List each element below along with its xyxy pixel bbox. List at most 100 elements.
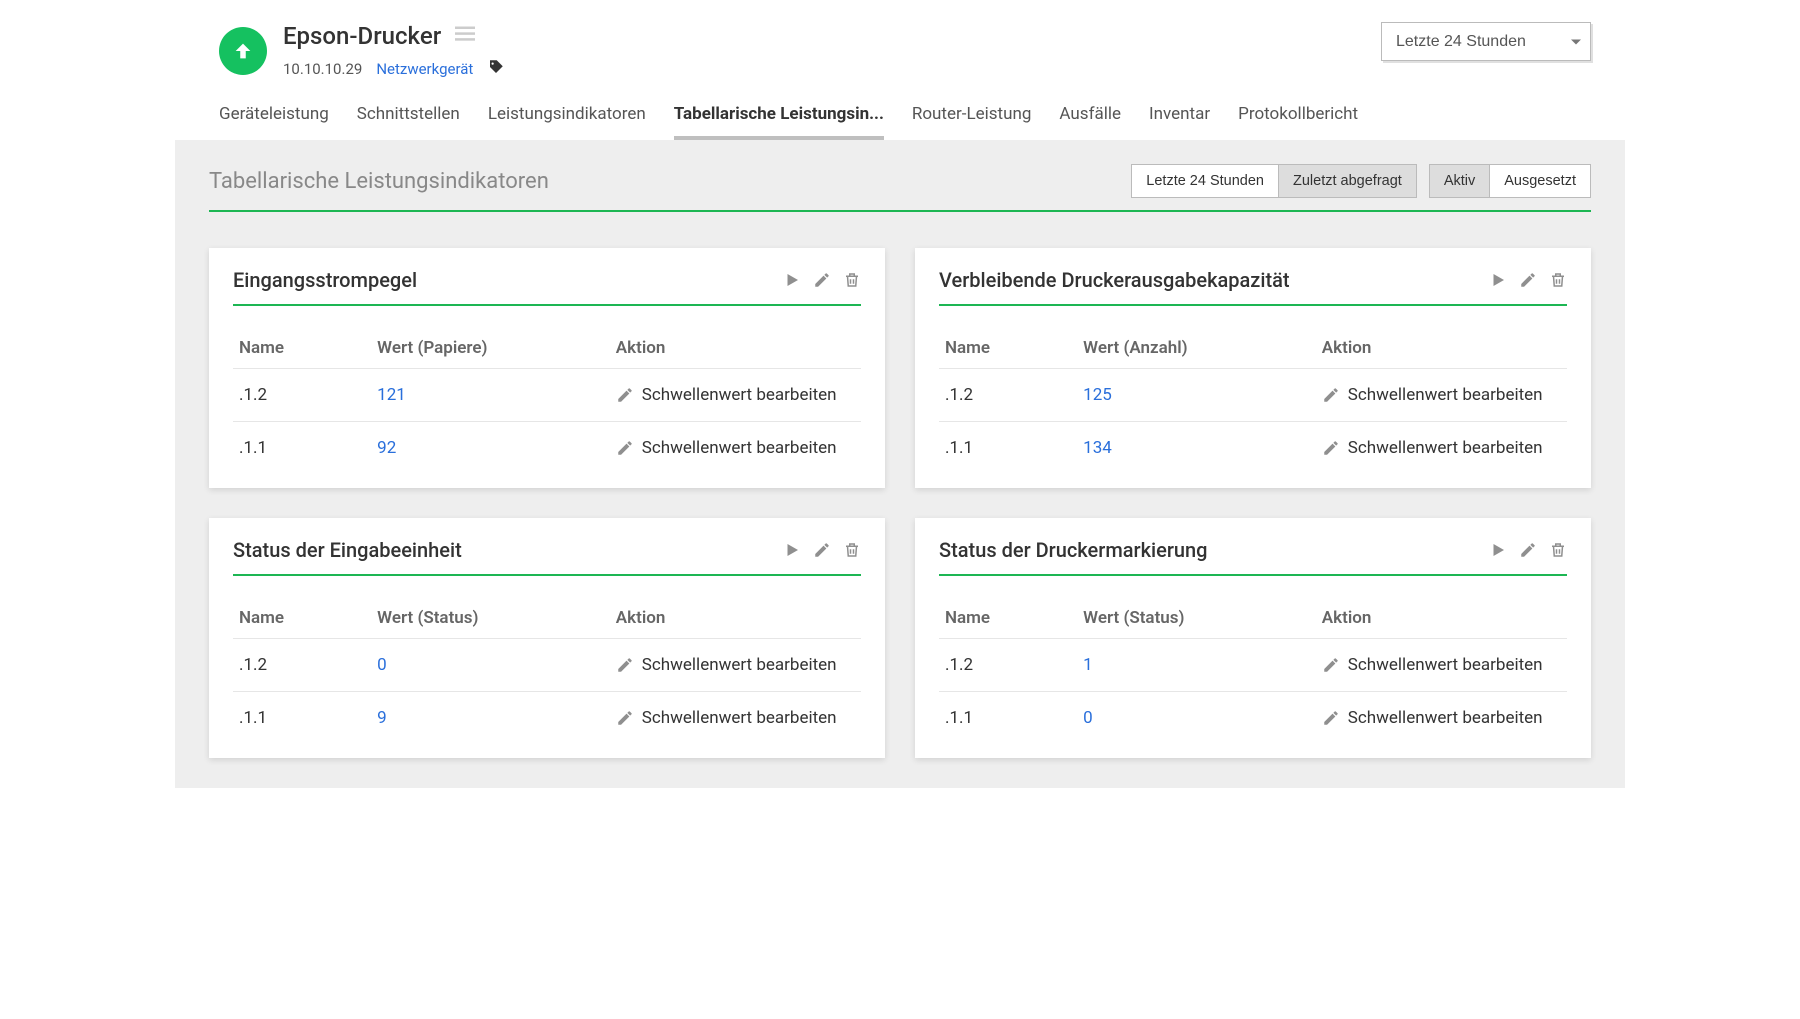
action-label: Schwellenwert bearbeiten [1348, 708, 1543, 728]
pencil-icon [616, 386, 634, 404]
value-link[interactable]: 1 [1083, 655, 1093, 675]
indicator-card: Status der Eingabeeinheit NameWert (Statu… [209, 518, 885, 758]
action-label: Schwellenwert bearbeiten [642, 708, 837, 728]
tag-icon[interactable] [487, 58, 505, 80]
row-name: .1.2 [939, 639, 1077, 692]
table-row: .1.1 9 Schwellenwert bearbeiten [233, 692, 861, 745]
value-link[interactable]: 121 [377, 385, 406, 405]
trash-icon[interactable] [843, 541, 861, 559]
edit-icon[interactable] [813, 541, 831, 559]
column-header: Wert (Status) [371, 598, 610, 639]
column-header: Aktion [610, 598, 861, 639]
action-label: Schwellenwert bearbeiten [642, 655, 837, 675]
table-row: .1.2 125 Schwellenwert bearbeiten [939, 369, 1567, 422]
action-label: Schwellenwert bearbeiten [1348, 438, 1543, 458]
tab-item[interactable]: Schnittstellen [357, 104, 460, 140]
pencil-icon [616, 439, 634, 457]
card-title: Verbleibende Druckerausgabekapazität [939, 268, 1290, 292]
pencil-icon [616, 709, 634, 727]
pencil-icon [616, 656, 634, 674]
table-row: .1.1 0 Schwellenwert bearbeiten [939, 692, 1567, 745]
edit-threshold-button[interactable]: Schwellenwert bearbeiten [1322, 385, 1561, 405]
device-type-link[interactable]: Netzwerkgerät [376, 60, 473, 78]
indicator-card: Verbleibende Druckerausgabekapazität Name… [915, 248, 1591, 488]
play-icon[interactable] [783, 541, 801, 559]
action-label: Schwellenwert bearbeiten [642, 385, 837, 405]
row-name: .1.1 [939, 422, 1077, 475]
card-title: Status der Eingabeeinheit [233, 538, 462, 562]
pencil-icon [1322, 439, 1340, 457]
value-link[interactable]: 0 [377, 655, 387, 675]
edit-threshold-button[interactable]: Schwellenwert bearbeiten [1322, 655, 1561, 675]
edit-icon[interactable] [1519, 541, 1537, 559]
tab-item[interactable]: Inventar [1149, 104, 1210, 140]
card-title: Eingangsstrompegel [233, 268, 417, 292]
pencil-icon [1322, 656, 1340, 674]
column-header: Wert (Status) [1077, 598, 1316, 639]
column-header: Aktion [1316, 328, 1567, 369]
value-link[interactable]: 125 [1083, 385, 1112, 405]
toggle-button[interactable]: Ausgesetzt [1489, 165, 1590, 197]
table-row: .1.2 1 Schwellenwert bearbeiten [939, 639, 1567, 692]
play-icon[interactable] [1489, 271, 1507, 289]
row-name: .1.1 [939, 692, 1077, 745]
table-row: .1.2 121 Schwellenwert bearbeiten [233, 369, 861, 422]
status-toggle-group: AktivAusgesetzt [1429, 164, 1591, 198]
trash-icon[interactable] [1549, 541, 1567, 559]
tab-bar: Geräteleistung Schnittstellen Leistungsind… [175, 80, 1625, 140]
value-link[interactable]: 92 [377, 438, 396, 458]
row-name: .1.2 [233, 369, 371, 422]
edit-threshold-button[interactable]: Schwellenwert bearbeiten [616, 385, 855, 405]
toggle-button[interactable]: Aktiv [1430, 165, 1489, 197]
card-title: Status der Druckermarkierung [939, 538, 1208, 562]
indicator-card: Eingangsstrompegel NameWert (Papiere)Akti… [209, 248, 885, 488]
row-name: .1.2 [233, 639, 371, 692]
edit-icon[interactable] [813, 271, 831, 289]
column-header: Wert (Anzahl) [1077, 328, 1316, 369]
panel-title: Tabellarische Leistungsindikatoren [209, 169, 549, 194]
row-name: .1.2 [939, 369, 1077, 422]
edit-threshold-button[interactable]: Schwellenwert bearbeiten [1322, 708, 1561, 728]
value-link[interactable]: 0 [1083, 708, 1093, 728]
column-header: Name [939, 328, 1077, 369]
view-toggle-group: Letzte 24 StundenZuletzt abgefragt [1131, 164, 1417, 198]
column-header: Aktion [610, 328, 861, 369]
play-icon[interactable] [1489, 541, 1507, 559]
tab-item[interactable]: Router-Leistung [912, 104, 1032, 140]
tab-item[interactable]: Ausfälle [1059, 104, 1121, 140]
status-up-icon [219, 27, 267, 75]
column-header: Name [233, 598, 371, 639]
tab-item[interactable]: Protokollbericht [1238, 104, 1358, 140]
value-link[interactable]: 9 [377, 708, 387, 728]
column-header: Aktion [1316, 598, 1567, 639]
device-title: Epson-Drucker [283, 22, 441, 50]
play-icon[interactable] [783, 271, 801, 289]
trash-icon[interactable] [843, 271, 861, 289]
value-link[interactable]: 134 [1083, 438, 1112, 458]
column-header: Name [233, 328, 371, 369]
action-label: Schwellenwert bearbeiten [1348, 655, 1543, 675]
action-label: Schwellenwert bearbeiten [642, 438, 837, 458]
tab-item[interactable]: Leistungsindikatoren [488, 104, 646, 140]
action-label: Schwellenwert bearbeiten [1348, 385, 1543, 405]
toggle-button[interactable]: Zuletzt abgefragt [1278, 165, 1416, 197]
column-header: Wert (Papiere) [371, 328, 610, 369]
toggle-button[interactable]: Letzte 24 Stunden [1132, 165, 1278, 197]
table-row: .1.2 0 Schwellenwert bearbeiten [233, 639, 861, 692]
row-name: .1.1 [233, 692, 371, 745]
table-row: .1.192Schwellenwert bearbeiten [233, 422, 861, 475]
edit-threshold-button[interactable]: Schwellenwert bearbeiten [616, 655, 855, 675]
menu-icon[interactable] [455, 25, 475, 47]
edit-icon[interactable] [1519, 271, 1537, 289]
edit-threshold-button[interactable]: Schwellenwert bearbeiten [616, 708, 855, 728]
trash-icon[interactable] [1549, 271, 1567, 289]
tab-item[interactable]: Geräteleistung [219, 104, 329, 140]
indicator-card: Status der Druckermarkierung NameWert (St… [915, 518, 1591, 758]
pencil-icon [1322, 709, 1340, 727]
edit-threshold-button[interactable]: Schwellenwert bearbeiten [1322, 438, 1561, 458]
edit-threshold-button[interactable]: Schwellenwert bearbeiten [616, 438, 855, 458]
pencil-icon [1322, 386, 1340, 404]
time-range-select[interactable]: Letzte 24 Stunden [1381, 22, 1591, 61]
tab-item[interactable]: Tabellarische Leistungsin... [674, 104, 884, 140]
column-header: Name [939, 598, 1077, 639]
